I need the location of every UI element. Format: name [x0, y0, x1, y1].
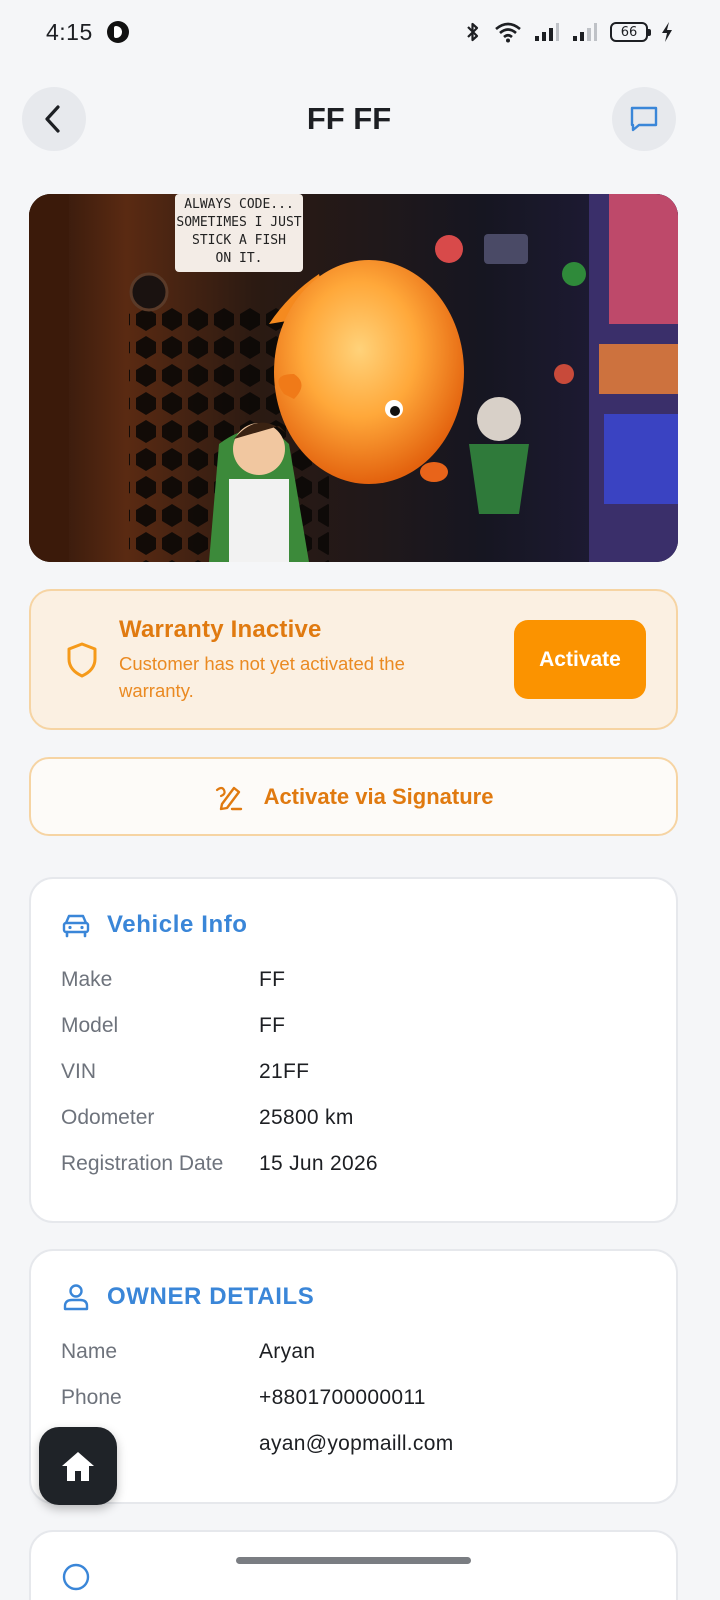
warranty-text: Warranty Inactive Customer has not yet a… [119, 616, 514, 704]
row-label: VIN [61, 1060, 97, 1083]
vehicle-photo: ALWAYS CODE... SOMETIMES I JUST STICK A … [29, 194, 678, 562]
row-label: Name [61, 1340, 118, 1363]
row-value: 21FF [259, 1060, 310, 1083]
owner-details-title: OWNER DETAILS [107, 1283, 315, 1310]
owner-details-header: OWNER DETAILS [61, 1283, 646, 1311]
gesture-navigation-bar[interactable] [236, 1557, 471, 1564]
home-button[interactable] [39, 1427, 117, 1505]
row-value: 15 Jun 2026 [259, 1152, 378, 1175]
warranty-title: Warranty Inactive [119, 615, 322, 643]
vehicle-row-registration-date: Registration Date 15 Jun 2026 [61, 1141, 646, 1187]
person-icon [63, 1284, 89, 1311]
vehicle-photo-illustration: ALWAYS CODE... SOMETIMES I JUST STICK A … [29, 194, 678, 562]
wifi-icon [495, 22, 521, 43]
row-value: FF [259, 968, 286, 991]
signal-icon-1 [535, 23, 559, 41]
activate-button[interactable]: Activate [514, 620, 646, 699]
owner-row-phone: Phone +8801700000011 [61, 1375, 646, 1421]
next-info-card [29, 1530, 678, 1600]
row-value: 25800 km [259, 1106, 354, 1129]
bluetooth-icon [467, 22, 479, 42]
vehicle-info-title: Vehicle Info [107, 911, 248, 938]
status-time: 4:15 [46, 18, 93, 45]
charging-icon [662, 22, 672, 42]
vehicle-row-vin: VIN 21FF [61, 1049, 646, 1095]
status-right: 66 [464, 21, 674, 43]
warranty-description: Customer has not yet activated the warra… [119, 652, 405, 701]
vehicle-row-odometer: Odometer 25800 km [61, 1095, 646, 1141]
row-value: Aryan [259, 1340, 316, 1363]
battery-icon: 66 [610, 22, 651, 42]
row-label: Registration Date [61, 1152, 224, 1175]
signature-pen-icon [215, 786, 242, 810]
vehicle-row-model: Model FF [61, 1003, 646, 1049]
owner-details-card: OWNER DETAILS Name Aryan Phone +88017000… [29, 1249, 678, 1504]
row-label: Odometer [61, 1106, 155, 1129]
activate-via-signature-label: Activate via Signature [263, 783, 494, 809]
row-label: Model [61, 1014, 119, 1037]
shield-icon [67, 642, 97, 677]
header: FF FF [22, 86, 676, 152]
back-button[interactable] [22, 87, 86, 151]
row-label: Phone [61, 1386, 122, 1409]
chat-bubble-icon [630, 106, 658, 132]
vehicle-row-make: Make FF [61, 957, 646, 1003]
signal-icon-2 [573, 23, 597, 41]
vehicle-info-card: Vehicle Info Make FF Model FF VIN 21FF O… [29, 877, 678, 1223]
activate-via-signature-button[interactable]: Activate via Signature [29, 757, 678, 836]
row-value: +8801700000011 [259, 1386, 426, 1409]
status-left: 4:15 [46, 19, 129, 46]
sign-line-2: SOMETIMES I JUST [176, 215, 301, 230]
warranty-card: Warranty Inactive Customer has not yet a… [29, 589, 678, 730]
info-icon [62, 1563, 90, 1591]
sign-line-4: ON IT. [216, 251, 263, 266]
row-label: Make [61, 968, 113, 991]
sign-line-1: ALWAYS CODE... [184, 197, 294, 212]
chevron-left-icon [45, 105, 60, 133]
home-icon [62, 1452, 94, 1481]
owner-row-email: ayan@yopmaill.com [61, 1421, 646, 1467]
sign-line-3: STICK A FISH [192, 233, 286, 248]
row-value: ayan@yopmaill.com [259, 1432, 454, 1455]
status-bar: 4:15 66 [0, 0, 720, 64]
car-icon [62, 914, 90, 938]
page-title: FF FF [306, 101, 392, 136]
chat-button[interactable] [612, 87, 676, 151]
sign-card: ALWAYS CODE... SOMETIMES I JUST STICK A … [175, 194, 303, 272]
app-notification-icon [106, 21, 129, 43]
owner-row-name: Name Aryan [61, 1329, 646, 1375]
vehicle-info-header: Vehicle Info [61, 911, 646, 939]
row-value: FF [259, 1014, 286, 1037]
